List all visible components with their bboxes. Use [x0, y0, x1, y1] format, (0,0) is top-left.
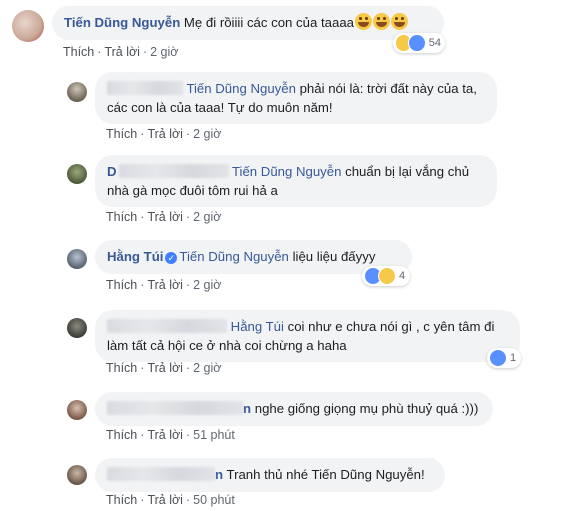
grin-emoji-icon	[372, 13, 390, 30]
grin-emoji-icon	[390, 13, 408, 30]
reaction-summary[interactable]: 4	[362, 266, 410, 286]
comment-time[interactable]: 2 giờ	[193, 127, 221, 141]
like-button[interactable]: Thích	[106, 127, 137, 141]
redacted-author	[107, 401, 243, 415]
mention-link[interactable]: Hằng Túi	[231, 319, 284, 334]
avatar[interactable]	[12, 10, 44, 42]
reply-button[interactable]: Trả lời	[147, 493, 183, 507]
comment-time[interactable]: 50 phút	[193, 493, 235, 507]
like-button[interactable]: Thích	[63, 45, 94, 59]
comment-time[interactable]: 2 giờ	[193, 278, 221, 292]
comment-bubble: n Tranh thủ nhé Tiến Dũng Nguyễn!	[95, 458, 445, 492]
comment-bubble: Tiến Dũng Nguyễn Mẹ đi rồiiii các con củ…	[52, 6, 444, 40]
comment-text: Mẹ đi rồiiii các con của taaaa	[183, 15, 354, 30]
comment-author[interactable]: Hằng Túi	[107, 249, 163, 264]
comment-time[interactable]: 2 giờ	[193, 361, 221, 375]
redacted-author	[107, 319, 227, 333]
reply-button[interactable]: Trả lời	[104, 45, 140, 59]
avatar[interactable]	[67, 82, 87, 102]
reaction-count: 1	[510, 352, 517, 364]
like-button[interactable]: Thích	[106, 428, 137, 442]
avatar[interactable]	[67, 318, 87, 338]
mention-link[interactable]: Tiến Dũng Nguyễn	[232, 164, 341, 179]
reply-button[interactable]: Trả lời	[147, 278, 183, 292]
comment-time[interactable]: 2 giờ	[150, 45, 178, 59]
comment-actions: Thích · Trả lời · 50 phút	[106, 493, 235, 507]
comment-bubble: D Tiến Dũng Nguyễn chuẩn bị lại vắng chủ…	[95, 155, 497, 207]
avatar[interactable]	[67, 164, 87, 184]
mention-link[interactable]: Tiến Dũng Nguyễn	[186, 81, 295, 96]
verified-badge-icon: ✓	[165, 252, 178, 264]
comment-actions: Thích · Trả lời · 2 giờ	[106, 127, 222, 141]
reaction-count: 54	[428, 37, 441, 49]
comment-bubble: Hằng Túi coi như e chưa nói gì , c yên t…	[95, 310, 520, 362]
grin-emoji-icon	[354, 13, 372, 30]
avatar[interactable]	[67, 400, 87, 420]
comment-author[interactable]: n	[243, 401, 251, 416]
avatar[interactable]	[67, 249, 87, 269]
comment-actions: Thích · Trả lời · 2 giờ	[106, 361, 222, 375]
redacted-author	[118, 164, 229, 178]
comment-author[interactable]: D	[107, 164, 117, 179]
comment-text: liệu liệu đấyyy	[292, 249, 376, 264]
comment-time[interactable]: 2 giờ	[193, 210, 221, 224]
comment-actions: Thích · Trả lời · 51 phút	[106, 428, 235, 442]
comment-actions: Thích · Trả lời · 2 giờ	[106, 278, 222, 292]
comment-actions: Thích · Trả lời · 2 giờ	[106, 210, 222, 224]
reaction-summary[interactable]: 54	[393, 33, 445, 53]
redacted-author	[107, 81, 183, 95]
reaction-count: 4	[399, 270, 406, 282]
comment-actions: Thích · Trả lời · 2 giờ	[63, 45, 179, 59]
comment-text: nghe giống giọng mụ phù thuỷ quá :)))	[254, 401, 479, 416]
avatar[interactable]	[67, 465, 87, 485]
like-reaction-icon	[408, 34, 426, 52]
comment-bubble: Tiến Dũng Nguyễn phải nói là: trời đất n…	[95, 72, 497, 124]
comment-author[interactable]: Tiến Dũng Nguyễn	[64, 15, 180, 30]
comment-time[interactable]: 51 phút	[193, 428, 235, 442]
comment-text: Tranh thủ nhé Tiến Dũng Nguyễn!	[226, 467, 425, 482]
comment-bubble: n nghe giống giọng mụ phù thuỷ quá :)))	[95, 392, 493, 426]
reply-button[interactable]: Trả lời	[147, 127, 183, 141]
like-reaction-icon	[489, 349, 507, 367]
reply-button[interactable]: Trả lời	[147, 361, 183, 375]
haha-reaction-icon	[378, 267, 396, 285]
redacted-author	[107, 467, 215, 481]
like-button[interactable]: Thích	[106, 493, 137, 507]
reply-button[interactable]: Trả lời	[147, 210, 183, 224]
comment-author[interactable]: n	[215, 467, 223, 482]
reply-button[interactable]: Trả lời	[147, 428, 183, 442]
like-button[interactable]: Thích	[106, 361, 137, 375]
mention-link[interactable]: Tiến Dũng Nguyễn	[179, 249, 288, 264]
like-button[interactable]: Thích	[106, 278, 137, 292]
like-button[interactable]: Thích	[106, 210, 137, 224]
reaction-summary[interactable]: 1	[487, 348, 521, 368]
